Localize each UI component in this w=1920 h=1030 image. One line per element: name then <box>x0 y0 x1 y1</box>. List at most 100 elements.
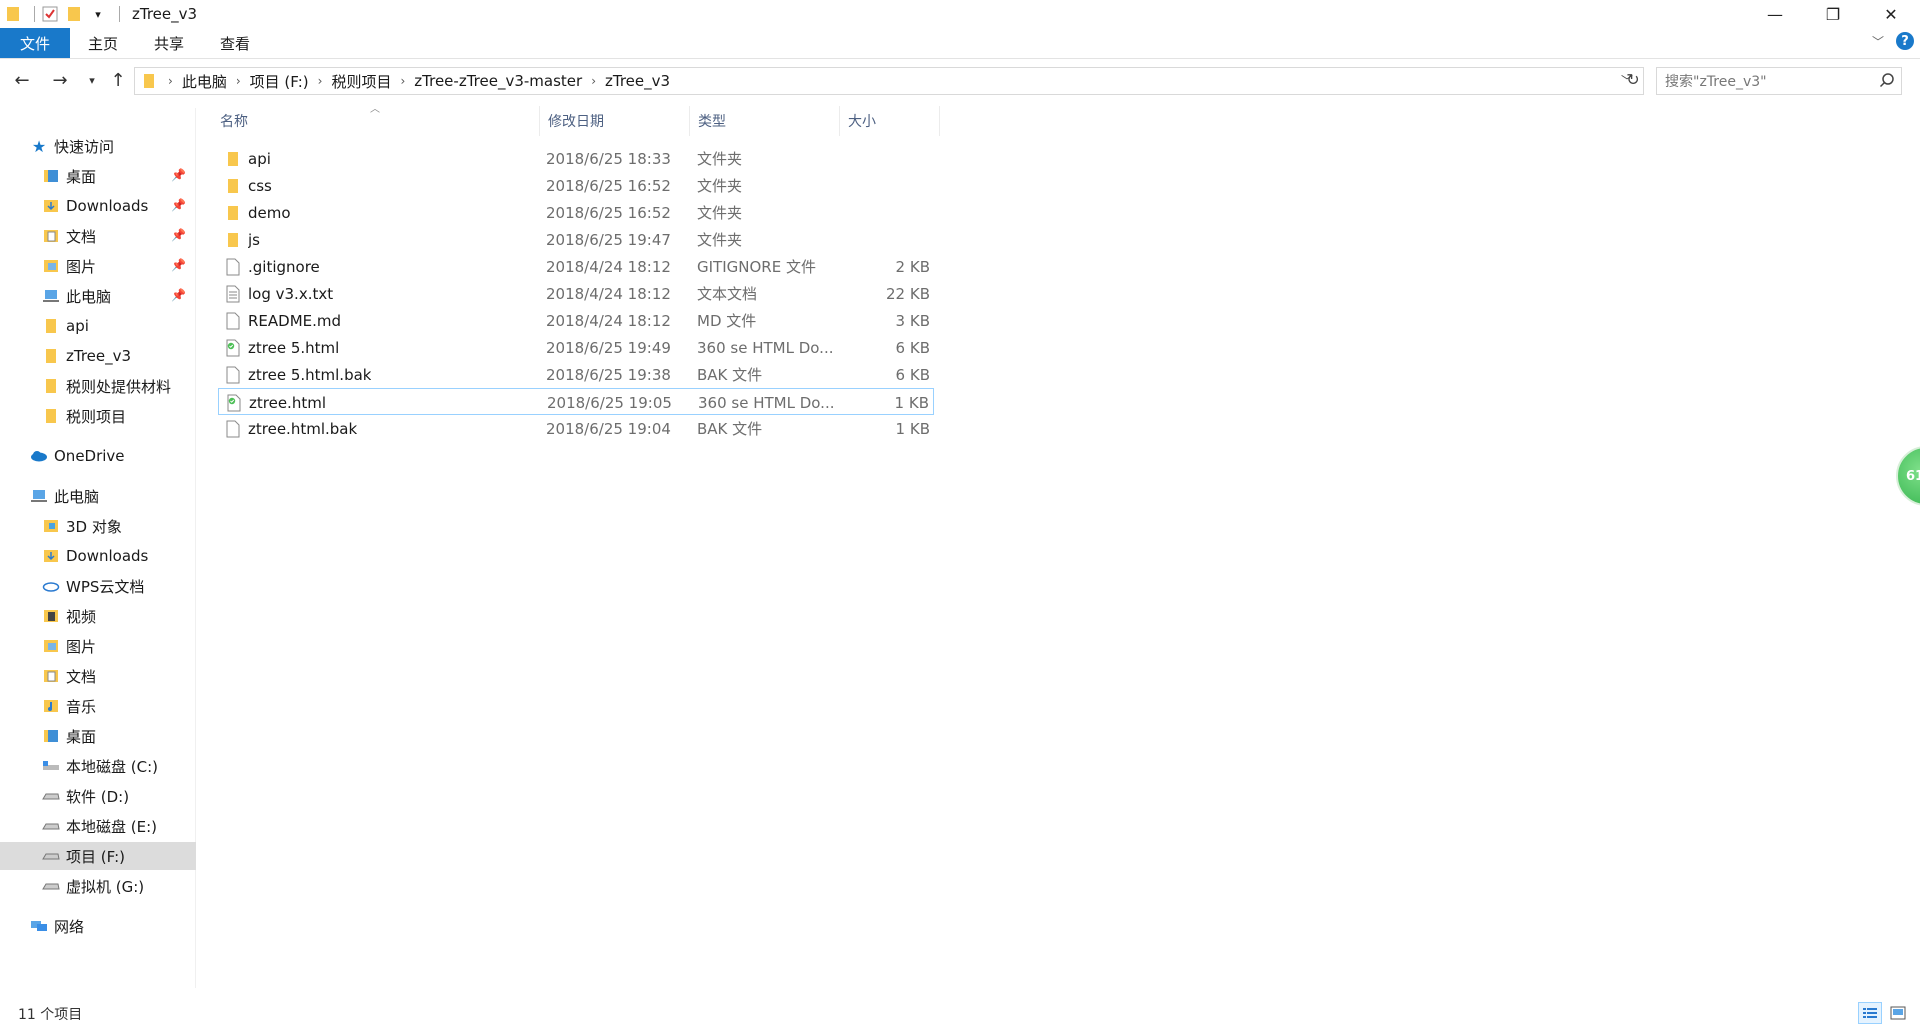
file-row[interactable]: ztree.html 2018/6/25 19:05 360 se HTML Do.… <box>218 388 934 415</box>
sidebar-item-desktop[interactable]: 桌面 📌 <box>0 162 196 190</box>
downloads-folder-icon <box>42 197 60 215</box>
sidebar-item-music[interactable]: 音乐 <box>0 692 196 720</box>
forward-icon[interactable]: → <box>48 68 72 92</box>
expand-ribbon-icon[interactable]: ﹀ <box>1872 33 1884 50</box>
sidebar-item-this-pc[interactable]: 此电脑 <box>0 482 196 510</box>
sidebar-item-drive-e[interactable]: 本地磁盘 (E:) <box>0 812 196 840</box>
column-header-date[interactable]: 修改日期 <box>540 106 690 136</box>
sidebar-item-this-pc-pinned[interactable]: 此电脑 📌 <box>0 282 196 310</box>
sidebar-item-desktop[interactable]: 桌面 <box>0 722 196 750</box>
file-name: js <box>248 230 260 249</box>
column-header-size[interactable]: 大小 <box>840 106 940 136</box>
file-type: MD 文件 <box>697 312 757 330</box>
back-icon[interactable]: ← <box>10 68 34 92</box>
navigation-bar: ← → ▾ ↑ › 此电脑 › 项目 (F:) › 税则项目 › zTree-zTree… <box>0 64 1920 98</box>
sidebar-item-drive-c[interactable]: 本地磁盘 (C:) <box>0 752 196 780</box>
pin-icon[interactable]: 📌 <box>171 198 186 212</box>
sidebar-item-drive-g[interactable]: 虚拟机 (G:) <box>0 872 196 900</box>
file-date: 2018/4/24 18:12 <box>546 284 671 303</box>
chevron-right-icon[interactable]: › <box>400 74 405 88</box>
sidebar-item-label: 文档 <box>66 667 97 686</box>
column-header-type[interactable]: 类型 <box>690 106 840 136</box>
drive-icon <box>42 817 60 835</box>
chevron-right-icon[interactable]: › <box>168 74 173 88</box>
details-view-icon[interactable] <box>1858 1002 1882 1024</box>
help-icon[interactable]: ? <box>1896 32 1914 50</box>
sidebar-item-wps-cloud[interactable]: WPS云文档 <box>0 572 196 600</box>
folder-icon <box>224 172 242 199</box>
file-row[interactable]: js 2018/6/25 19:47 文件夹 <box>218 226 934 253</box>
address-bar[interactable]: › 此电脑 › 项目 (F:) › 税则项目 › zTree-zTree_v3-mast… <box>134 67 1644 95</box>
quick-access-toolbar: ▾ <box>0 0 126 28</box>
sidebar-item-label: 软件 (D:) <box>66 787 130 806</box>
chevron-right-icon[interactable]: › <box>318 74 323 88</box>
file-row[interactable]: css 2018/6/25 16:52 文件夹 <box>218 172 934 199</box>
pin-icon[interactable]: 📌 <box>171 168 186 182</box>
file-type: 360 se HTML Do... <box>698 393 835 412</box>
file-row[interactable]: .gitignore 2018/4/24 18:12 GITIGNORE 文件 2 K… <box>218 253 934 280</box>
desktop-folder-icon <box>42 167 60 185</box>
breadcrumb-item[interactable]: 此电脑 <box>182 71 227 92</box>
recent-locations-icon[interactable]: ▾ <box>80 68 104 92</box>
minimize-button[interactable]: — <box>1746 0 1804 28</box>
large-icons-view-icon[interactable] <box>1886 1002 1910 1024</box>
sidebar-item-recent[interactable]: zTree_v3 <box>0 342 196 370</box>
sidebar-item-label: 图片 <box>66 637 97 656</box>
sidebar-item-downloads[interactable]: Downloads <box>0 542 196 570</box>
floating-widget-badge[interactable]: 61 <box>1896 446 1920 506</box>
new-folder-icon[interactable] <box>65 5 83 23</box>
breadcrumb-item[interactable]: 项目 (F:) <box>250 71 309 92</box>
file-row[interactable]: ztree 5.html.bak 2018/6/25 19:38 BAK 文件 6 K… <box>218 361 934 388</box>
tab-home[interactable]: 主页 <box>70 28 136 58</box>
chevron-right-icon[interactable]: › <box>591 74 596 88</box>
sidebar-item-documents[interactable]: 文档 📌 <box>0 222 196 250</box>
navigation-pane: ★ 快速访问 桌面 📌 Downloads 📌 文档 📌 图片 📌 此电脑 📌 … <box>0 108 196 988</box>
file-row[interactable]: demo 2018/6/25 16:52 文件夹 <box>218 199 934 226</box>
sidebar-item-quick-access[interactable]: ★ 快速访问 <box>30 132 226 160</box>
pin-icon[interactable]: 📌 <box>171 258 186 272</box>
folder-icon <box>42 317 60 335</box>
file-size: 22 KB <box>886 284 930 303</box>
tab-view[interactable]: 查看 <box>202 28 268 58</box>
sidebar-item-recent[interactable]: api <box>0 312 196 340</box>
search-icon[interactable] <box>1879 72 1895 92</box>
sidebar-item-downloads[interactable]: Downloads 📌 <box>0 192 196 220</box>
maximize-button[interactable]: ❐ <box>1804 0 1862 28</box>
title-bar: ▾ zTree_v3 — ❐ ✕ <box>0 0 1920 28</box>
sidebar-item-recent[interactable]: 税则项目 <box>0 402 196 430</box>
close-button[interactable]: ✕ <box>1862 0 1920 28</box>
properties-icon[interactable] <box>41 5 59 23</box>
chevron-right-icon[interactable]: › <box>236 74 241 88</box>
sidebar-item-onedrive[interactable]: OneDrive <box>0 442 196 470</box>
3d-objects-icon <box>42 517 60 535</box>
refresh-icon[interactable]: ↻ <box>1622 68 1644 90</box>
sidebar-item-3d-objects[interactable]: 3D 对象 <box>0 512 196 540</box>
sidebar-item-network[interactable]: 网络 <box>0 912 196 940</box>
folder-icon <box>42 407 60 425</box>
sidebar-item-documents[interactable]: 文档 <box>0 662 196 690</box>
breadcrumb-item[interactable]: 税则项目 <box>331 71 391 92</box>
file-row[interactable]: ztree.html.bak 2018/6/25 19:04 BAK 文件 1 KB <box>218 415 934 442</box>
sidebar-item-pictures[interactable]: 图片 📌 <box>0 252 196 280</box>
breadcrumb-item[interactable]: zTree-zTree_v3-master <box>414 72 582 90</box>
tab-file[interactable]: 文件 <box>0 28 70 58</box>
sidebar-item-drive-d[interactable]: 软件 (D:) <box>0 782 196 810</box>
up-icon[interactable]: ↑ <box>106 68 130 92</box>
file-date: 2018/6/25 19:47 <box>546 230 671 249</box>
tab-share[interactable]: 共享 <box>136 28 202 58</box>
sidebar-item-pictures[interactable]: 图片 <box>0 632 196 660</box>
pin-icon[interactable]: 📌 <box>171 228 186 242</box>
customize-toolbar-icon[interactable]: ▾ <box>89 5 107 23</box>
sidebar-item-recent[interactable]: 税则处提供材料 <box>0 372 196 400</box>
file-size: 1 KB <box>894 393 929 412</box>
sidebar-item-videos[interactable]: 视频 <box>0 602 196 630</box>
pin-icon[interactable]: 📌 <box>171 288 186 302</box>
file-row[interactable]: ztree 5.html 2018/6/25 19:49 360 se HTML D… <box>218 334 934 361</box>
breadcrumb-item[interactable]: zTree_v3 <box>605 72 670 90</box>
file-row[interactable]: log v3.x.txt 2018/4/24 18:12 文本文档 22 KB <box>218 280 934 307</box>
ribbon: 文件 主页 共享 查看 ﹀ ? <box>0 28 1920 59</box>
file-row[interactable]: api 2018/6/25 18:33 文件夹 <box>218 145 934 172</box>
file-row[interactable]: README.md 2018/4/24 18:12 MD 文件 3 KB <box>218 307 934 334</box>
sidebar-item-drive-f[interactable]: 项目 (F:) <box>0 842 196 870</box>
search-input[interactable]: 搜索"zTree_v3" <box>1656 67 1902 95</box>
